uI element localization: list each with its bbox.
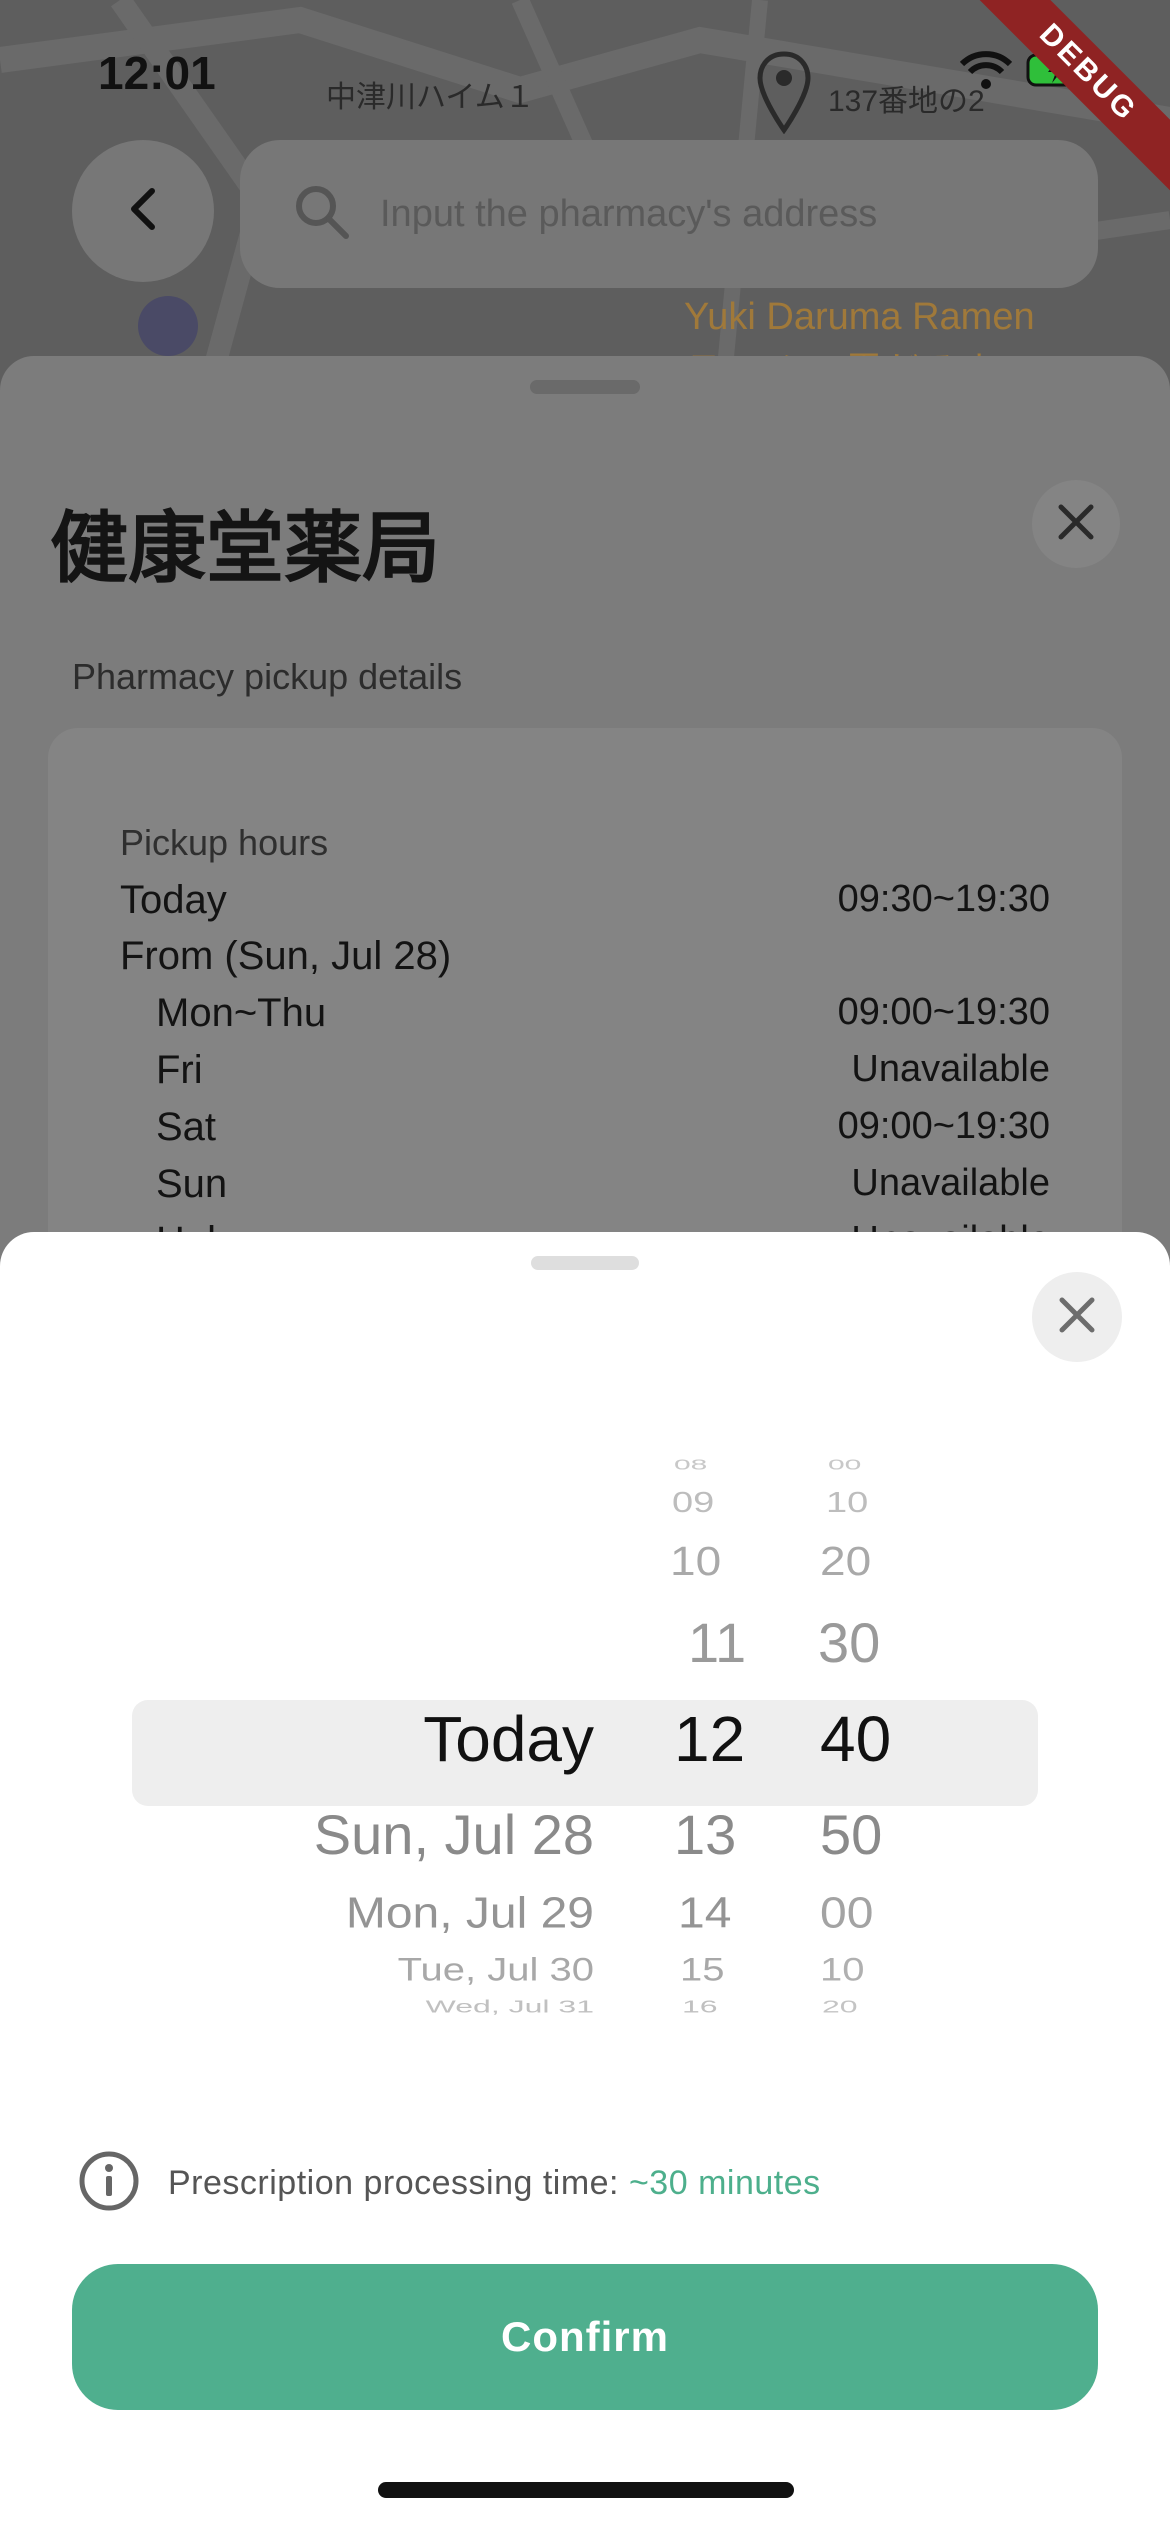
processing-time-info: Prescription processing time: ~30 minute… (78, 2150, 821, 2217)
date-wheel[interactable]: Today Sun, Jul 28 Mon, Jul 29 Tue, Jul 3… (0, 1452, 594, 2072)
picker-close-button[interactable] (1032, 1272, 1122, 1362)
pharmacy-name: 健康堂薬局 (50, 504, 441, 592)
minute-option[interactable]: 00 (820, 1889, 873, 1939)
date-option[interactable]: Today (423, 1702, 594, 1776)
minute-option[interactable]: 00 (828, 1457, 861, 1474)
pharmacy-close-button[interactable] (1032, 480, 1120, 568)
sheet-grabber[interactable] (531, 1256, 639, 1270)
pickup-hours-label: Pickup hours (120, 822, 329, 863)
processing-time-value: ~30 minutes (628, 2164, 821, 2202)
minute-option[interactable]: 50 (820, 1802, 882, 1867)
search-icon (294, 184, 350, 245)
date-option[interactable]: Wed, Jul 31 (426, 1996, 594, 2016)
minute-option[interactable]: 20 (822, 1996, 858, 2016)
processing-time-label: Prescription processing time: (168, 2164, 629, 2202)
info-icon (78, 2150, 140, 2217)
hour-option[interactable]: 11 (688, 1610, 746, 1675)
hours-row-value: Unavailable (851, 1162, 1050, 1204)
hour-option[interactable]: 09 (672, 1487, 714, 1519)
date-option[interactable]: Tue, Jul 30 (398, 1953, 594, 1989)
minute-option[interactable]: 10 (820, 1953, 865, 1989)
close-icon (1058, 1296, 1096, 1339)
minute-option[interactable]: 20 (820, 1537, 871, 1585)
hours-row-value: 09:30~19:30 (837, 878, 1050, 920)
minute-wheel[interactable]: 00 10 20 30 40 50 00 10 20 (816, 1452, 926, 2072)
hours-row-today: Today 09:30~19:30 (120, 878, 1050, 923)
hours-row-mon-thu: Mon~Thu 09:00~19:30 (156, 991, 1050, 1036)
pickup-time-picker-sheet: Today Sun, Jul 28 Mon, Jul 29 Tue, Jul 3… (0, 1232, 1170, 2532)
hours-row-label: Sun (156, 1162, 228, 1206)
hours-row-value: 09:00~19:30 (837, 1105, 1050, 1147)
close-icon (1057, 503, 1095, 546)
address-search-input[interactable] (380, 192, 1020, 236)
hour-option[interactable]: 10 (670, 1537, 721, 1585)
time-picker-wheels[interactable]: Today Sun, Jul 28 Mon, Jul 29 Tue, Jul 3… (0, 1452, 1170, 2072)
map-label-building: 中津川ハイム１ (326, 81, 535, 114)
chevron-left-icon (128, 187, 158, 236)
address-search-bar[interactable] (240, 140, 1098, 288)
hour-option[interactable]: 16 (682, 1996, 718, 2016)
hour-option[interactable]: 08 (674, 1457, 707, 1474)
minute-option[interactable]: 10 (826, 1487, 868, 1519)
processing-time-text: Prescription processing time: ~30 minute… (168, 2164, 821, 2203)
hour-option[interactable]: 14 (678, 1889, 731, 1939)
hour-wheel[interactable]: 08 09 10 11 12 13 14 15 16 (664, 1452, 764, 2072)
back-button[interactable] (72, 140, 214, 282)
wifi-icon (959, 50, 1013, 95)
minute-option[interactable]: 30 (818, 1610, 880, 1675)
hours-row-label: Mon~Thu (156, 991, 327, 1035)
hour-option[interactable]: 13 (674, 1802, 736, 1867)
hour-option[interactable]: 15 (680, 1953, 725, 1989)
hours-row-value: Unavailable (851, 1048, 1050, 1090)
hours-row-sat: Sat 09:00~19:30 (156, 1105, 1050, 1150)
sheet-grabber[interactable] (530, 380, 640, 394)
hours-row-fri: Fri Unavailable (156, 1048, 1050, 1093)
minute-option[interactable]: 40 (820, 1702, 891, 1776)
hours-row-label: From (Sun, Jul 28) (120, 934, 452, 978)
status-time: 12:01 (98, 47, 216, 99)
hours-row-label: Sat (156, 1105, 217, 1149)
hours-row-sun: Sun Unavailable (156, 1162, 1050, 1207)
pickup-details-label: Pharmacy pickup details (72, 656, 463, 697)
hours-row-value: 09:00~19:30 (837, 991, 1050, 1033)
confirm-button[interactable]: Confirm (72, 2264, 1098, 2410)
date-option[interactable]: Sun, Jul 28 (314, 1802, 594, 1867)
hours-row-label: Today (120, 878, 227, 922)
hour-option[interactable]: 12 (674, 1702, 745, 1776)
hours-row-label: Fri (156, 1048, 203, 1092)
date-option[interactable]: Mon, Jul 29 (346, 1889, 594, 1939)
map-label-restaurant: Yuki Daruma Ramen (684, 296, 1035, 338)
hours-row-from: From (Sun, Jul 28) (120, 934, 1050, 979)
home-indicator[interactable] (378, 2482, 794, 2498)
